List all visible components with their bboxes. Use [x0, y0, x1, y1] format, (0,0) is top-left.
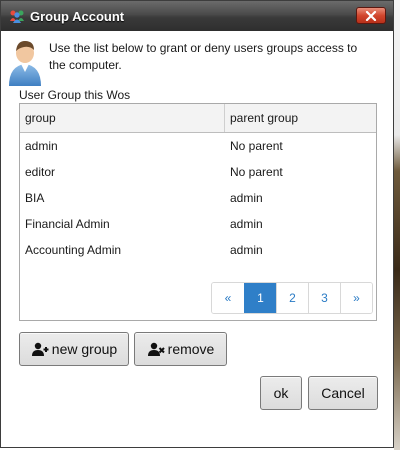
- instructions-text: Use the list below to grant or deny user…: [49, 41, 358, 72]
- pagination-page-3[interactable]: 3: [308, 283, 340, 313]
- group-cell: BIA: [25, 191, 45, 205]
- column-header-group[interactable]: group: [25, 104, 56, 132]
- group-cell: admin: [25, 139, 58, 153]
- close-button[interactable]: [356, 7, 386, 24]
- pagination-page-2[interactable]: 2: [276, 283, 308, 313]
- parent-cell: admin: [230, 243, 263, 257]
- title-bar[interactable]: Group Account: [1, 1, 393, 31]
- close-icon: [365, 10, 377, 21]
- table-row[interactable]: admin No parent: [20, 134, 376, 160]
- group-cell: editor: [25, 165, 56, 179]
- window-title: Group Account: [30, 9, 125, 24]
- table-row[interactable]: editor No parent: [20, 160, 376, 186]
- group-account-dialog: Group Account Use the list below to gran…: [0, 0, 394, 448]
- table-row[interactable]: Accounting Admin admin: [20, 238, 376, 264]
- new-group-label: new group: [51, 341, 118, 357]
- remove-label: remove: [167, 341, 215, 357]
- dialog-body: Use the list below to grant or deny user…: [1, 31, 393, 447]
- remove-button[interactable]: remove: [134, 332, 227, 366]
- list-header: group parent group: [20, 104, 376, 133]
- group-cell: Accounting Admin: [25, 243, 122, 257]
- pagination-page-1[interactable]: 1: [244, 283, 276, 313]
- background-desktop: [394, 0, 400, 450]
- group-icon: [10, 10, 24, 23]
- pagination-next[interactable]: »: [340, 283, 372, 313]
- remove-user-icon: [147, 342, 165, 356]
- ok-button[interactable]: ok: [260, 376, 302, 410]
- pagination-prev[interactable]: «: [212, 283, 244, 313]
- column-header-parent-group[interactable]: parent group: [224, 104, 376, 132]
- pagination: « 1 2 3 »: [211, 282, 373, 314]
- cancel-button[interactable]: Cancel: [308, 376, 378, 410]
- table-row[interactable]: BIA admin: [20, 186, 376, 212]
- table-row[interactable]: Financial Admin admin: [20, 212, 376, 238]
- user-icon: [9, 41, 41, 86]
- group-list: group parent group admin No parent edito…: [19, 103, 377, 321]
- list-label: User Group this Wos: [19, 88, 131, 102]
- parent-cell: No parent: [230, 165, 283, 179]
- parent-cell: admin: [230, 217, 263, 231]
- new-group-button[interactable]: new group: [19, 332, 129, 366]
- add-user-icon: [31, 342, 49, 356]
- parent-cell: admin: [230, 191, 263, 205]
- group-cell: Financial Admin: [25, 217, 110, 231]
- parent-cell: No parent: [230, 139, 283, 153]
